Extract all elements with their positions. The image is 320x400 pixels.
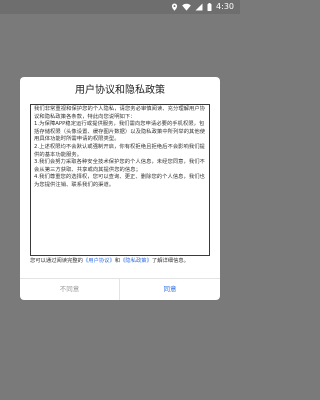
user-agreement-link[interactable]: 《用户协议》 — [83, 258, 115, 264]
agree-note-suffix: 了解详细信息。 — [151, 258, 189, 264]
privacy-dialog: 用户协议和隐私政策 我们非常重视和保护您的个人隐私，请您务必审慎阅读、充分理解用… — [20, 77, 220, 300]
status-icons: 4:30 — [171, 0, 234, 14]
battery-icon — [207, 3, 212, 11]
location-icon — [171, 3, 178, 11]
agree-button[interactable]: 同意 — [120, 279, 220, 300]
dialog-title: 用户协议和隐私政策 — [75, 85, 165, 96]
wifi-icon — [182, 3, 191, 11]
status-bar: 4:30 — [0, 0, 240, 14]
signal-icon — [195, 3, 203, 11]
agree-note: 您可以通过阅读完整的《用户协议》和《隐私政策》了解详细信息。 — [30, 258, 210, 266]
policy-text: 我们非常重视和保护您的个人隐私，请您务必审慎阅读、充分理解用户协议和隐私政策各条… — [34, 106, 206, 188]
disagree-button[interactable]: 不同意 — [20, 279, 120, 300]
status-time: 4:30 — [216, 2, 234, 11]
privacy-policy-link[interactable]: 《隐私政策》 — [120, 258, 152, 264]
agree-note-prefix: 您可以通过阅读完整的 — [30, 258, 83, 264]
policy-text-box[interactable]: 我们非常重视和保护您的个人隐私，请您务必审慎阅读、充分理解用户协议和隐私政策各条… — [30, 104, 210, 256]
